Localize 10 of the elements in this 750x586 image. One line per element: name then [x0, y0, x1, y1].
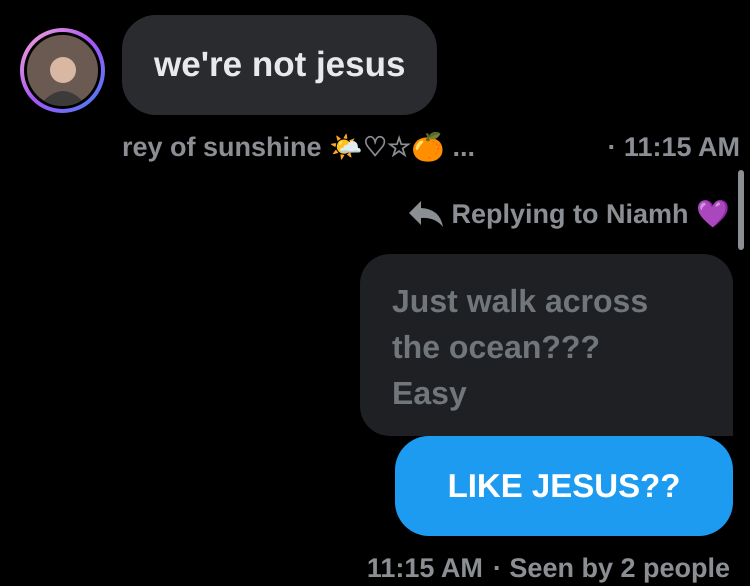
- sender-name: rey of sunshine 🌤♡☆🍊 ...: [122, 130, 476, 164]
- message-time: 11:15 AM: [366, 552, 483, 585]
- message-time: · 11:15 AM: [607, 131, 740, 164]
- sent-message-bubble: LIKE JESUS??: [395, 436, 733, 536]
- scrollbar[interactable]: [738, 170, 744, 250]
- message-bubble: we're not jesus: [122, 15, 438, 115]
- quoted-message-bubble[interactable]: Just walk across the ocean??? Easy: [360, 254, 733, 436]
- replying-to-label[interactable]: Replying to Niamh 💜: [451, 194, 730, 234]
- reply-arrow-icon: [407, 198, 446, 229]
- seen-status: · Seen by 2 people: [492, 552, 730, 585]
